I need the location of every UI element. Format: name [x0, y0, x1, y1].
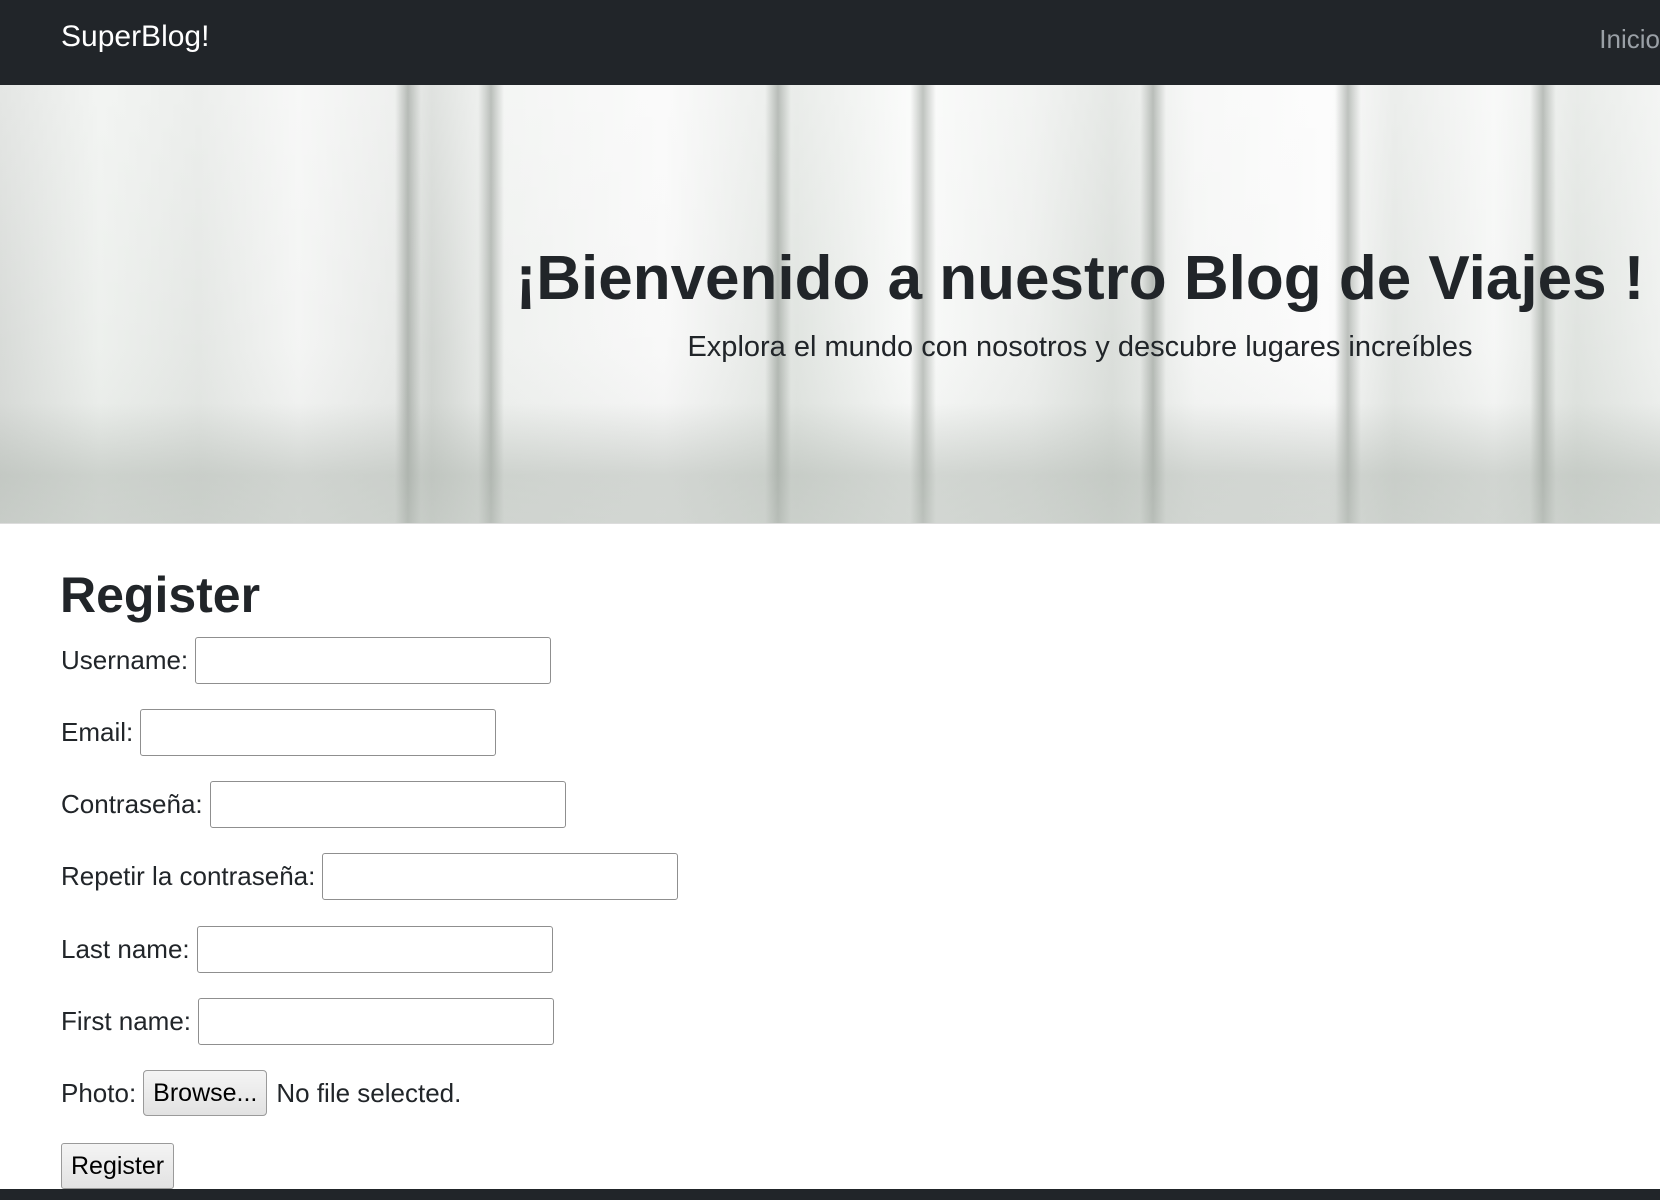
username-row: Username:	[61, 636, 552, 684]
password-label: Contraseña:	[61, 788, 203, 819]
last-name-row: Last name:	[61, 925, 553, 973]
brand-link[interactable]: SuperBlog!	[61, 20, 209, 54]
repeat-password-label: Repetir la contraseña:	[61, 860, 316, 891]
register-title: Register	[60, 567, 261, 623]
username-label: Username:	[61, 644, 189, 675]
email-row: Email:	[61, 708, 497, 756]
repeat-password-input[interactable]	[322, 852, 679, 900]
first-name-row: First name:	[61, 997, 555, 1045]
username-input[interactable]	[195, 636, 552, 684]
register-button[interactable]: Register	[61, 1143, 175, 1189]
last-name-label: Last name:	[61, 933, 190, 964]
last-name-input[interactable]	[196, 925, 553, 973]
hero-subtitle: Explora el mundo con nosotros y descubre…	[687, 331, 1473, 363]
nav-link-inicio[interactable]: Inicio	[1599, 24, 1660, 55]
photo-row: Photo: Browse... No file selected.	[61, 1069, 461, 1117]
file-status-text: No file selected.	[276, 1077, 462, 1108]
browse-file-button[interactable]: Browse...	[143, 1070, 268, 1116]
repeat-password-row: Repetir la contraseña:	[61, 852, 679, 900]
first-name-input[interactable]	[198, 997, 555, 1045]
photo-label: Photo:	[61, 1077, 137, 1108]
hero-banner: ¡Bienvenido a nuestro Blog de Viajes ! E…	[0, 85, 1660, 524]
hero-title: ¡Bienvenido a nuestro Blog de Viajes !	[515, 244, 1645, 313]
email-input[interactable]	[140, 708, 497, 756]
top-navbar: SuperBlog! Inicio	[0, 0, 1660, 85]
password-row: Contraseña:	[61, 780, 566, 828]
password-input[interactable]	[209, 780, 566, 828]
email-label: Email:	[61, 716, 134, 747]
first-name-label: First name:	[61, 1005, 192, 1036]
footer-bar	[0, 1189, 1660, 1200]
